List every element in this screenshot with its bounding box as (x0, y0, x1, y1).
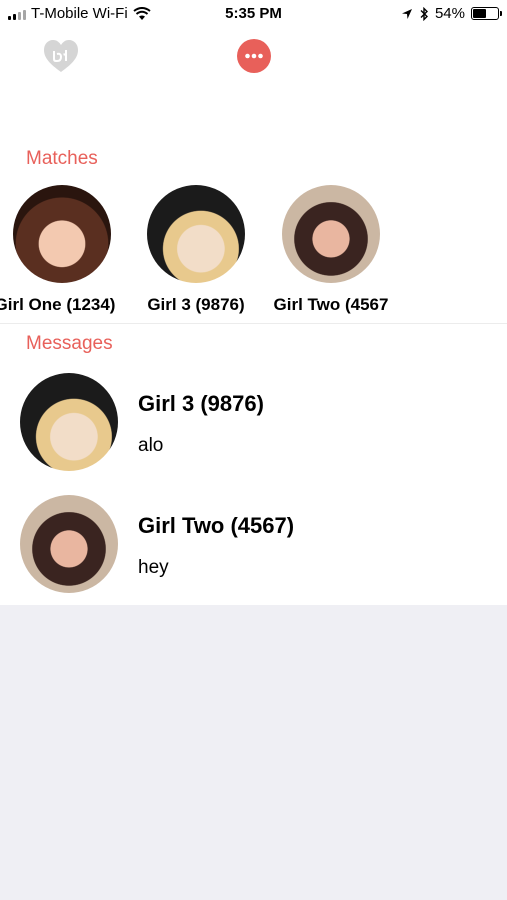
avatar-girl-3 (20, 373, 118, 471)
bluetooth-icon (420, 6, 428, 21)
match-item-girl-two[interactable]: Girl Two (4567 (266, 185, 396, 315)
messages-section-label: Messages (26, 333, 113, 354)
avatar-girl-one (13, 185, 111, 283)
match-name: Girl One (1234) (0, 295, 116, 314)
match-item-girl-one[interactable]: Girl One (1234) (0, 185, 127, 315)
status-bar: T-Mobile Wi-Fi 5:35 PM 54% (0, 0, 507, 30)
empty-background-area (0, 605, 507, 900)
avatar-girl-two (282, 185, 380, 283)
message-preview: alo (138, 435, 164, 456)
chat-bubble-icon[interactable] (235, 38, 273, 76)
location-arrow-icon (401, 8, 412, 19)
matches-section-label: Matches (26, 148, 98, 169)
message-row-girl-3[interactable]: Girl 3 (9876) alo (20, 373, 500, 473)
matches-carousel[interactable]: Girl One (1234) Girl 3 (9876) Girl Two (… (0, 185, 507, 320)
match-item-girl-3[interactable]: Girl 3 (9876) (131, 185, 261, 315)
status-right: 54% (401, 5, 502, 22)
top-nav (0, 36, 507, 80)
message-preview: hey (138, 557, 169, 578)
heart-logo-icon[interactable] (42, 38, 80, 76)
match-name: Girl Two (4567 (273, 295, 389, 314)
section-divider (0, 323, 507, 324)
battery-percent: 54% (434, 5, 465, 22)
message-sender-name: Girl 3 (9876) (138, 391, 264, 416)
message-row-girl-two[interactable]: Girl Two (4567) hey (20, 495, 500, 595)
avatar-girl-3 (147, 185, 245, 283)
match-name: Girl 3 (9876) (147, 295, 245, 314)
battery-icon (471, 7, 502, 20)
message-sender-name: Girl Two (4567) (138, 513, 295, 538)
avatar-girl-two (20, 495, 118, 593)
